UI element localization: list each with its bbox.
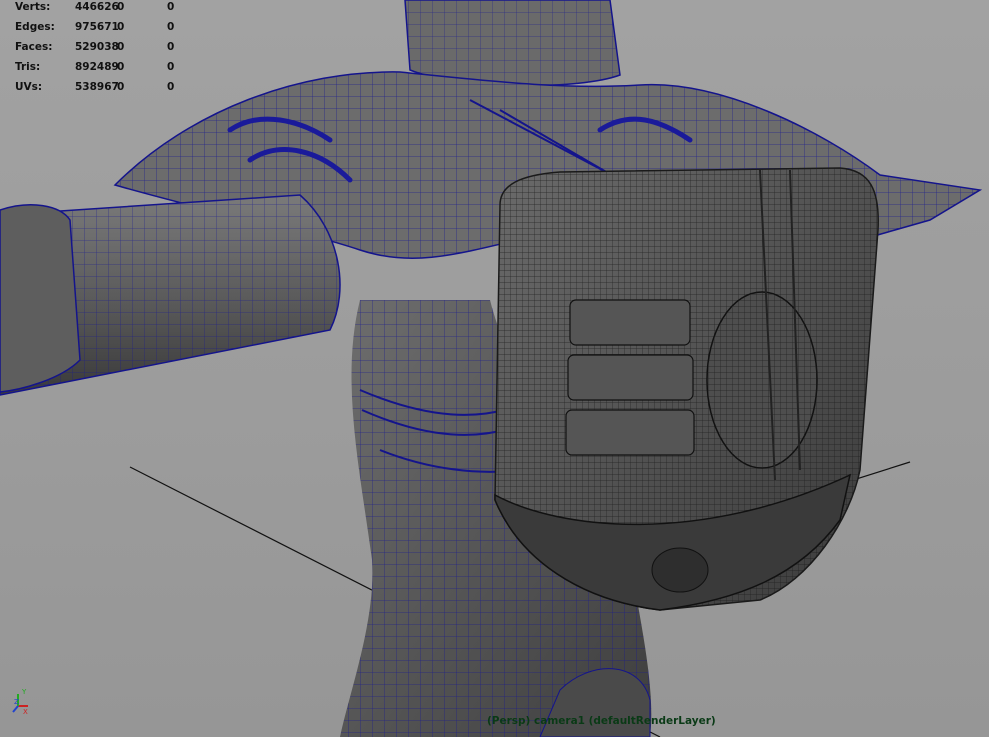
hud-selected: 0	[117, 81, 125, 93]
hud-component: 0	[167, 41, 175, 53]
hud-total: 538967	[75, 81, 119, 93]
hud-component: 0	[167, 81, 175, 93]
hud-label: Faces:	[15, 41, 53, 53]
hud-selected: 0	[117, 21, 125, 33]
hud-label: Edges:	[15, 21, 55, 33]
hud-row-edges: Edges: 975671 0 0	[15, 20, 187, 40]
hud-label: UVs:	[15, 81, 43, 93]
svg-text:Y: Y	[21, 688, 27, 696]
hud-total: 892489	[75, 61, 119, 73]
backpack-mesh	[494, 167, 879, 611]
hud-row-faces: Faces: 529038 0 0	[15, 40, 187, 60]
hud-component: 0	[167, 61, 175, 73]
hud-row-uvs: UVs: 538967 0 0	[15, 80, 187, 100]
hud-row-tris: Tris: 892489 0 0	[15, 60, 187, 80]
view-axis-gizmo-icon: Y Z X	[12, 688, 28, 716]
hud-label: Verts:	[15, 1, 51, 13]
hud-component: 0	[167, 1, 175, 13]
hud-row-verts: Verts: 446626 0 0	[15, 0, 187, 20]
hud-label: Tris:	[15, 61, 41, 73]
poly-count-hud: Verts: 446626 0 0 Edges: 975671 0 0 Face…	[15, 0, 187, 100]
character-neck	[404, 0, 621, 87]
hud-total: 975671	[75, 21, 119, 33]
svg-text:Z: Z	[14, 698, 19, 706]
svg-text:X: X	[23, 708, 28, 716]
hud-total: 446626	[75, 1, 119, 13]
hud-selected: 0	[117, 61, 125, 73]
character-arm	[0, 194, 341, 396]
hud-selected: 0	[117, 1, 125, 13]
viewport-scene	[0, 0, 983, 737]
hud-total: 529038	[75, 41, 119, 53]
camera-label: (Persp) camera1 (defaultRenderLayer)	[487, 715, 716, 727]
hud-selected: 0	[117, 41, 125, 53]
3d-viewport[interactable]: Verts: 446626 0 0 Edges: 975671 0 0 Face…	[0, 0, 989, 737]
hud-component: 0	[167, 21, 175, 33]
